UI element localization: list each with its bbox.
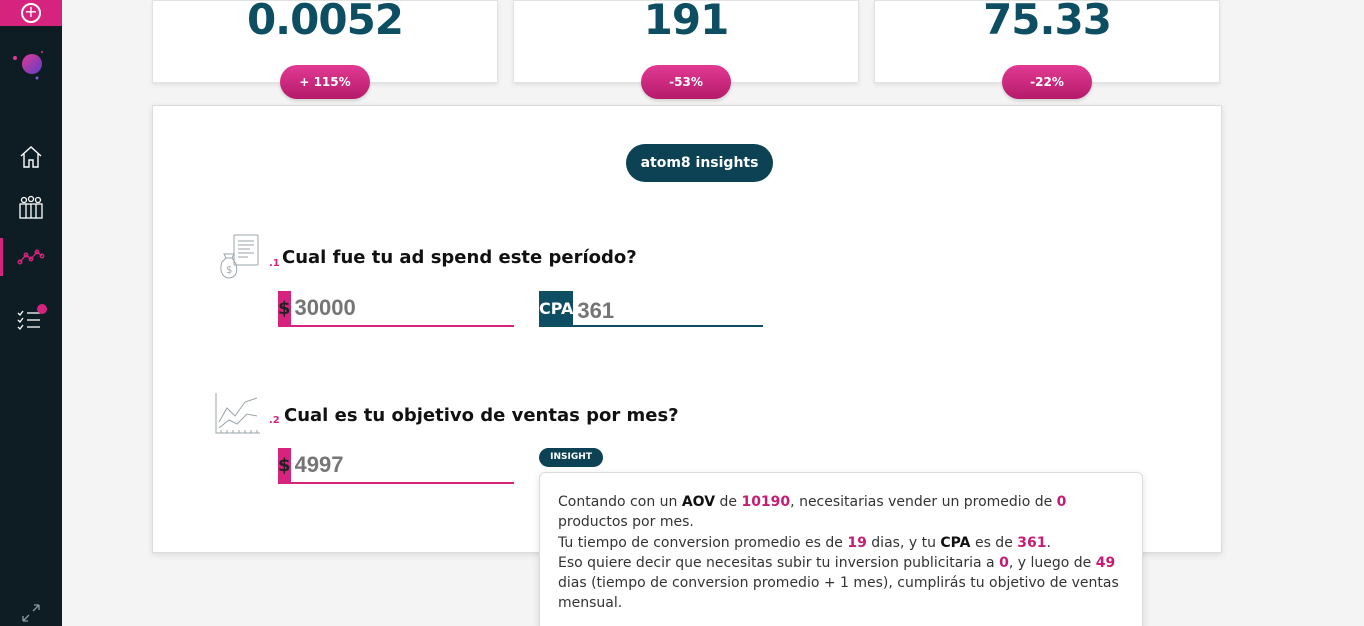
insight-text: Contando con un bbox=[558, 494, 682, 510]
total-days-value: 49 bbox=[1095, 554, 1116, 571]
dollar-prefix: $ bbox=[278, 448, 291, 482]
question-number: .2 bbox=[269, 415, 280, 426]
insight-text: . bbox=[1046, 534, 1051, 551]
expand-icon[interactable] bbox=[20, 602, 42, 624]
insight-text: dias (tiempo de conversion promedio + 1 … bbox=[558, 575, 1119, 612]
sidebar-item-team[interactable] bbox=[0, 188, 62, 226]
days-value: 19 bbox=[847, 534, 867, 551]
home-icon bbox=[20, 146, 42, 168]
insight-text: Tu tiempo de conversion promedio es de bbox=[558, 534, 848, 551]
stat-value: 75.33 bbox=[983, 0, 1112, 44]
insight-text: dias, y tu bbox=[866, 534, 941, 551]
sales-goal-field[interactable]: $ bbox=[278, 448, 589, 484]
insight-text: Eso quiere decir que necesitas subir tu … bbox=[558, 554, 1000, 571]
aov-label: AOV bbox=[681, 494, 716, 510]
stat-value: 0.0052 bbox=[246, 0, 404, 44]
insight-tag: INSIGHT bbox=[539, 448, 603, 467]
insights-title: atom8 insights bbox=[626, 144, 773, 182]
cpa-value: 361 bbox=[1017, 534, 1047, 551]
atom8-logo[interactable] bbox=[12, 46, 50, 84]
stat-change-badge: -22% bbox=[1002, 65, 1092, 99]
sidebar-item-analytics[interactable] bbox=[0, 238, 62, 276]
cpa-field[interactable]: CPA bbox=[539, 291, 872, 327]
insight-text: , necesitarias vender un promedio de bbox=[790, 494, 1057, 510]
insight-text: , y luego de bbox=[1008, 554, 1096, 571]
plus-circle-icon: + bbox=[21, 3, 41, 23]
stat-change-badge: + 115% bbox=[280, 65, 370, 99]
ad-spend-field[interactable]: $ bbox=[278, 291, 589, 327]
invoice-money-icon: $ bbox=[220, 234, 259, 279]
question-title: Cual fue tu ad spend este período? bbox=[282, 247, 637, 268]
cpa-label: CPA bbox=[539, 291, 574, 325]
sales-chart-icon bbox=[215, 393, 260, 434]
sidebar-item-home[interactable] bbox=[0, 138, 62, 176]
units-value: 0 bbox=[1056, 494, 1067, 510]
sidebar-item-tasks[interactable] bbox=[0, 298, 62, 336]
insight-text: es de bbox=[970, 534, 1018, 551]
insight-text: productos por mes. bbox=[558, 514, 694, 531]
cpa-input[interactable] bbox=[573, 291, 872, 325]
question-number: .1 bbox=[269, 258, 280, 269]
stat-change-badge: -53% bbox=[641, 65, 731, 99]
team-icon bbox=[19, 195, 43, 219]
insight-box: Contando con un AOV de 10190, necesitari… bbox=[539, 472, 1143, 626]
aov-value: 10190 bbox=[741, 494, 791, 510]
add-button[interactable]: + bbox=[0, 0, 62, 26]
investment-value: 0 bbox=[999, 554, 1009, 571]
stat-value: 191 bbox=[643, 0, 730, 44]
sidebar: + bbox=[0, 0, 62, 626]
question-title: Cual es tu objetivo de ventas por mes? bbox=[284, 405, 679, 426]
insight-text: de bbox=[715, 494, 742, 510]
analytics-icon bbox=[17, 249, 45, 265]
svg-text:$: $ bbox=[226, 265, 232, 276]
checklist-icon bbox=[17, 304, 47, 330]
cpa-label: CPA bbox=[940, 534, 971, 551]
dollar-prefix: $ bbox=[278, 291, 291, 325]
